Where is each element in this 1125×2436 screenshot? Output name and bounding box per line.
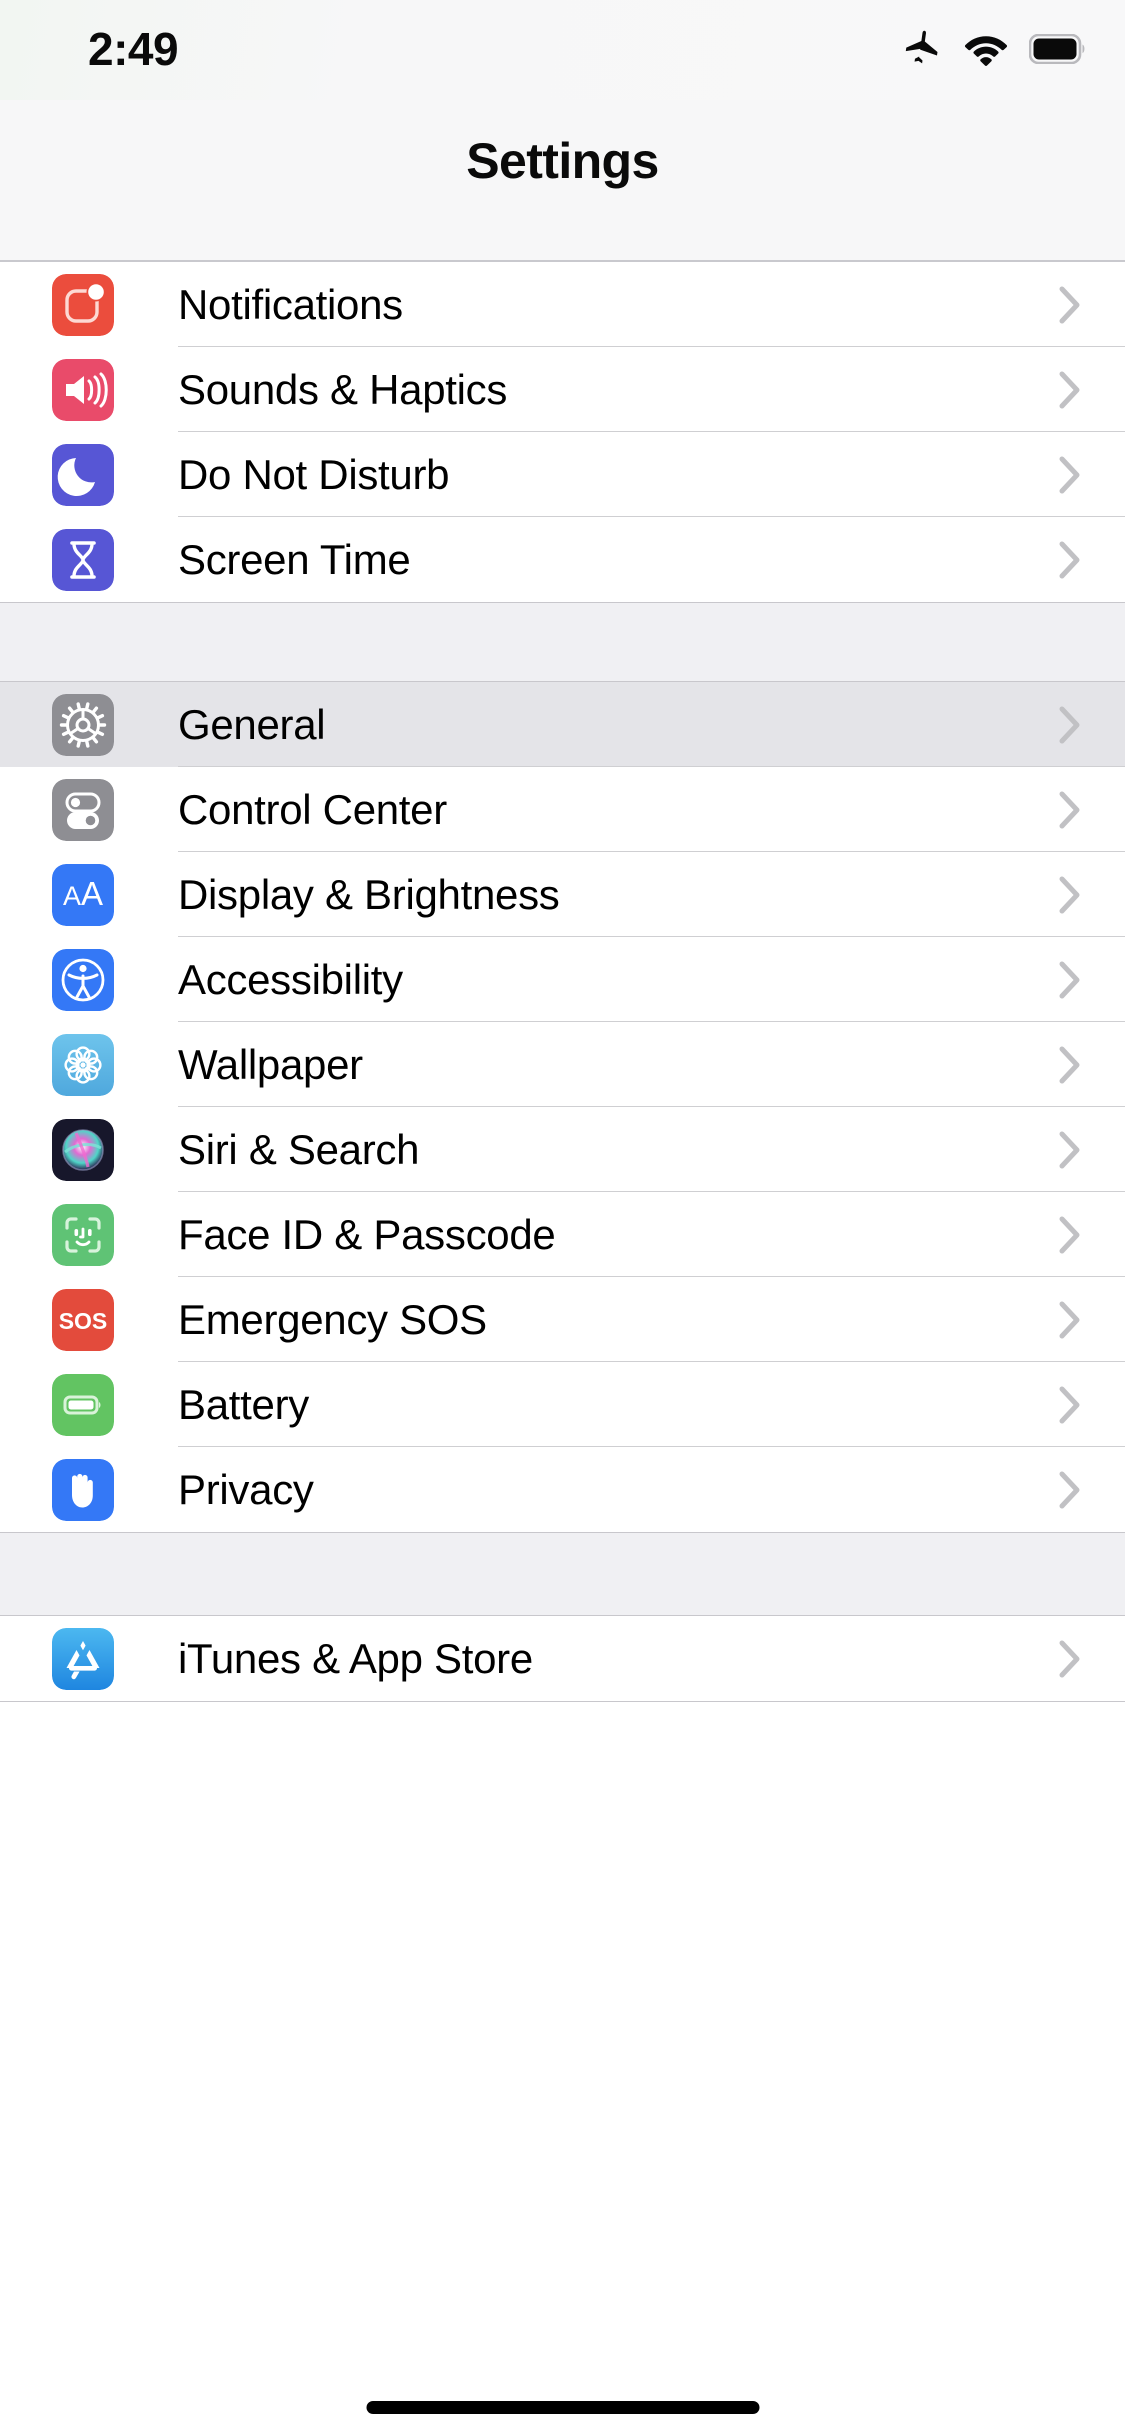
chevron-right-icon — [1059, 1216, 1081, 1254]
wifi-icon — [964, 32, 1008, 71]
settings-row-label: Face ID & Passcode — [178, 1210, 556, 1258]
chevron-right-icon — [1059, 1131, 1081, 1169]
settings-row-battery[interactable]: Battery — [0, 1362, 1125, 1447]
settings-row-label: Do Not Disturb — [178, 450, 450, 498]
chevron-right-icon — [1059, 961, 1081, 999]
chevron-right-icon — [1059, 876, 1081, 914]
settings-row-label: Display & Brightness — [178, 870, 560, 918]
settings-row-sounds-haptics[interactable]: Sounds & Haptics — [0, 347, 1125, 432]
battery-settings-icon — [52, 1373, 114, 1436]
settings-section-alerts: Notifications Sounds & Haptics Do Not Di… — [0, 262, 1125, 603]
section-gap — [0, 1533, 1125, 1615]
settings-row-label: Screen Time — [178, 535, 411, 583]
settings-row-display-brightness[interactable]: AA Display & Brightness — [0, 852, 1125, 937]
settings-list[interactable]: Notifications Sounds & Haptics Do Not Di… — [0, 262, 1125, 1702]
settings-row-label: Privacy — [178, 1465, 314, 1513]
settings-section-system: General Control Center AA Display & Brig… — [0, 681, 1125, 1533]
accessibility-icon — [52, 948, 114, 1011]
settings-row-screen-time[interactable]: Screen Time — [0, 517, 1125, 602]
face-id-icon — [52, 1203, 114, 1266]
page-title: Settings — [466, 133, 659, 189]
navigation-bar: Settings — [0, 100, 1125, 262]
display-brightness-icon: AA — [52, 863, 114, 926]
status-bar-icons — [901, 28, 1087, 74]
settings-row-do-not-disturb[interactable]: Do Not Disturb — [0, 432, 1125, 517]
siri-search-icon — [52, 1118, 114, 1181]
airplane-mode-icon — [901, 28, 943, 75]
settings-row-wallpaper[interactable]: Wallpaper — [0, 1022, 1125, 1107]
settings-row-label: Sounds & Haptics — [178, 365, 508, 413]
settings-row-accessibility[interactable]: Accessibility — [0, 937, 1125, 1022]
settings-row-label: Notifications — [178, 280, 403, 328]
do-not-disturb-icon — [52, 443, 114, 506]
settings-row-label: Siri & Search — [178, 1125, 420, 1173]
battery-icon — [1028, 33, 1087, 69]
settings-row-itunes-app-store[interactable]: iTunes & App Store — [0, 1616, 1125, 1701]
privacy-hand-icon — [52, 1458, 114, 1521]
chevron-right-icon — [1059, 1386, 1081, 1424]
section-gap — [0, 603, 1125, 681]
svg-text:SOS: SOS — [59, 1308, 108, 1334]
chevron-right-icon — [1059, 1471, 1081, 1509]
chevron-right-icon — [1059, 541, 1081, 579]
chevron-right-icon — [1059, 1640, 1081, 1678]
chevron-right-icon — [1059, 1301, 1081, 1339]
settings-row-label: iTunes & App Store — [178, 1634, 533, 1682]
settings-row-notifications[interactable]: Notifications — [0, 262, 1125, 347]
settings-row-general[interactable]: General — [0, 682, 1125, 767]
chevron-right-icon — [1059, 1046, 1081, 1084]
notifications-icon — [52, 273, 114, 336]
settings-section-stores: iTunes & App Store — [0, 1615, 1125, 1702]
chevron-right-icon — [1059, 371, 1081, 409]
general-gear-icon — [52, 693, 114, 756]
settings-row-siri-search[interactable]: Siri & Search — [0, 1107, 1125, 1192]
chevron-right-icon — [1059, 286, 1081, 324]
settings-row-control-center[interactable]: Control Center — [0, 767, 1125, 852]
chevron-right-icon — [1059, 706, 1081, 744]
chevron-right-icon — [1059, 456, 1081, 494]
settings-row-label: Battery — [178, 1380, 309, 1428]
settings-row-label: General — [178, 700, 326, 748]
settings-row-privacy[interactable]: Privacy — [0, 1447, 1125, 1532]
settings-row-label: Accessibility — [178, 955, 403, 1003]
status-bar: 2:49 — [0, 0, 1125, 100]
settings-row-label: Wallpaper — [178, 1040, 363, 1088]
home-indicator[interactable] — [366, 2401, 759, 2414]
chevron-right-icon — [1059, 791, 1081, 829]
control-center-icon — [52, 778, 114, 841]
settings-row-label: Control Center — [178, 785, 447, 833]
svg-text:AA: AA — [63, 875, 103, 912]
screen-time-icon — [52, 528, 114, 591]
status-bar-time: 2:49 — [88, 23, 179, 75]
settings-row-face-id-passcode[interactable]: Face ID & Passcode — [0, 1192, 1125, 1277]
emergency-sos-icon: SOS — [52, 1288, 114, 1351]
settings-row-emergency-sos[interactable]: SOS Emergency SOS — [0, 1277, 1125, 1362]
wallpaper-icon — [52, 1033, 114, 1096]
app-store-icon — [52, 1627, 114, 1690]
sounds-haptics-icon — [52, 358, 114, 421]
settings-row-label: Emergency SOS — [178, 1295, 487, 1343]
